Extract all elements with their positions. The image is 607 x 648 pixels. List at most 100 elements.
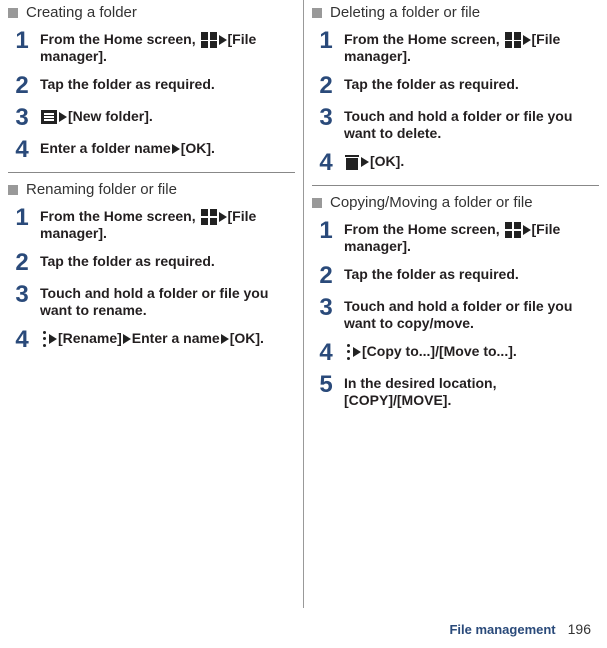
section-title-text: Renaming folder or file: [26, 181, 177, 200]
step-row: 1From the Home screen, [File manager].: [312, 29, 599, 66]
step-row: 4 [OK].: [312, 151, 599, 175]
section-title: Renaming folder or file: [8, 181, 295, 200]
step-text: [New folder].: [68, 108, 153, 124]
step-text: Touch and hold a folder or file you want…: [40, 285, 268, 319]
step-body: [OK].: [340, 151, 599, 171]
step-body: Tap the folder as required.: [340, 74, 599, 94]
step-row: 2Tap the folder as required.: [8, 251, 295, 275]
step-row: 1From the Home screen, [File manager].: [8, 29, 295, 66]
section-divider: [312, 185, 599, 186]
step-row: 3Touch and hold a folder or file you wan…: [312, 106, 599, 143]
step-number: 2: [312, 74, 340, 98]
step-body: From the Home screen, [File manager].: [36, 206, 295, 243]
step-text: Tap the folder as required.: [344, 266, 519, 282]
section-title-text: Deleting a folder or file: [330, 4, 480, 23]
section-marker-icon: [8, 185, 18, 195]
step-body: Tap the folder as required.: [36, 251, 295, 271]
triangle-right-icon: [221, 334, 229, 344]
step-text: [Copy to...]/[Move to...].: [362, 343, 517, 359]
step-row: 2Tap the folder as required.: [8, 74, 295, 98]
left-column: Creating a folder1From the Home screen, …: [0, 0, 304, 608]
step-text: Enter a folder name: [40, 140, 171, 156]
step-number: 5: [312, 373, 340, 397]
step-number: 1: [312, 219, 340, 243]
step-body: Tap the folder as required.: [340, 264, 599, 284]
step-number: 4: [312, 341, 340, 365]
triangle-right-icon: [49, 334, 57, 344]
trash-icon: [345, 155, 359, 170]
step-row: 2Tap the folder as required.: [312, 264, 599, 288]
footer-label: File management: [449, 622, 555, 638]
step-number: 1: [8, 206, 36, 230]
step-text: [OK].: [370, 153, 404, 169]
section-title: Creating a folder: [8, 4, 295, 23]
step-text: [Rename]: [58, 330, 122, 346]
apps-grid-icon: [201, 209, 217, 225]
step-text: Tap the folder as required.: [344, 76, 519, 92]
step-text: In the desired location, [COPY]/[MOVE].: [344, 375, 496, 409]
footer-page: 196: [568, 621, 591, 639]
step-row: 5In the desired location, [COPY]/[MOVE].: [312, 373, 599, 410]
section-title: Copying/Moving a folder or file: [312, 194, 599, 213]
triangle-right-icon: [123, 334, 131, 344]
section-marker-icon: [312, 8, 322, 18]
apps-grid-icon: [201, 32, 217, 48]
step-text: Tap the folder as required.: [40, 76, 215, 92]
step-number: 3: [312, 106, 340, 130]
step-text: Touch and hold a folder or file you want…: [344, 108, 572, 142]
step-number: 2: [312, 264, 340, 288]
step-text: From the Home screen,: [40, 31, 200, 47]
step-number: 1: [8, 29, 36, 53]
apps-grid-icon: [505, 32, 521, 48]
step-row: 4Enter a folder name [OK].: [8, 138, 295, 162]
step-number: 4: [8, 138, 36, 162]
step-number: 2: [8, 74, 36, 98]
step-body: Touch and hold a folder or file you want…: [340, 296, 599, 333]
step-row: 3Touch and hold a folder or file you wan…: [312, 296, 599, 333]
step-body: Touch and hold a folder or file you want…: [36, 283, 295, 320]
triangle-right-icon: [219, 35, 227, 45]
triangle-right-icon: [353, 347, 361, 357]
triangle-right-icon: [361, 157, 369, 167]
triangle-right-icon: [523, 35, 531, 45]
step-body: From the Home screen, [File manager].: [340, 219, 599, 256]
step-row: 2Tap the folder as required.: [312, 74, 599, 98]
section-marker-icon: [8, 8, 18, 18]
step-text: [OK].: [181, 140, 215, 156]
step-number: 3: [312, 296, 340, 320]
step-text: From the Home screen,: [344, 31, 504, 47]
step-text: Touch and hold a folder or file you want…: [344, 298, 572, 332]
step-body: [Copy to...]/[Move to...].: [340, 341, 599, 361]
step-number: 2: [8, 251, 36, 275]
step-number: 4: [8, 328, 36, 352]
step-text: From the Home screen,: [344, 221, 504, 237]
step-number: 4: [312, 151, 340, 175]
step-body: Enter a folder name [OK].: [36, 138, 295, 158]
step-body: From the Home screen, [File manager].: [340, 29, 599, 66]
step-text: [OK].: [230, 330, 264, 346]
step-text: Enter a name: [132, 330, 220, 346]
step-row: 1From the Home screen, [File manager].: [8, 206, 295, 243]
section-title: Deleting a folder or file: [312, 4, 599, 23]
page-columns: Creating a folder1From the Home screen, …: [0, 0, 607, 608]
step-number: 3: [8, 106, 36, 130]
step-number: 3: [8, 283, 36, 307]
step-body: In the desired location, [COPY]/[MOVE].: [340, 373, 599, 410]
step-body: Touch and hold a folder or file you want…: [340, 106, 599, 143]
step-body: Tap the folder as required.: [36, 74, 295, 94]
section-marker-icon: [312, 198, 322, 208]
more-options-icon: [345, 344, 351, 360]
section-title-text: Copying/Moving a folder or file: [330, 194, 533, 213]
page-footer: File management 196: [449, 621, 591, 639]
menu-icon: [41, 110, 57, 124]
step-text: From the Home screen,: [40, 208, 200, 224]
triangle-right-icon: [523, 225, 531, 235]
step-text: Tap the folder as required.: [40, 253, 215, 269]
step-body: From the Home screen, [File manager].: [36, 29, 295, 66]
right-column: Deleting a folder or file1From the Home …: [304, 0, 607, 608]
triangle-right-icon: [59, 112, 67, 122]
step-number: 1: [312, 29, 340, 53]
more-options-icon: [41, 331, 47, 347]
step-row: 3 [New folder].: [8, 106, 295, 130]
step-body: [Rename] Enter a name [OK].: [36, 328, 295, 348]
